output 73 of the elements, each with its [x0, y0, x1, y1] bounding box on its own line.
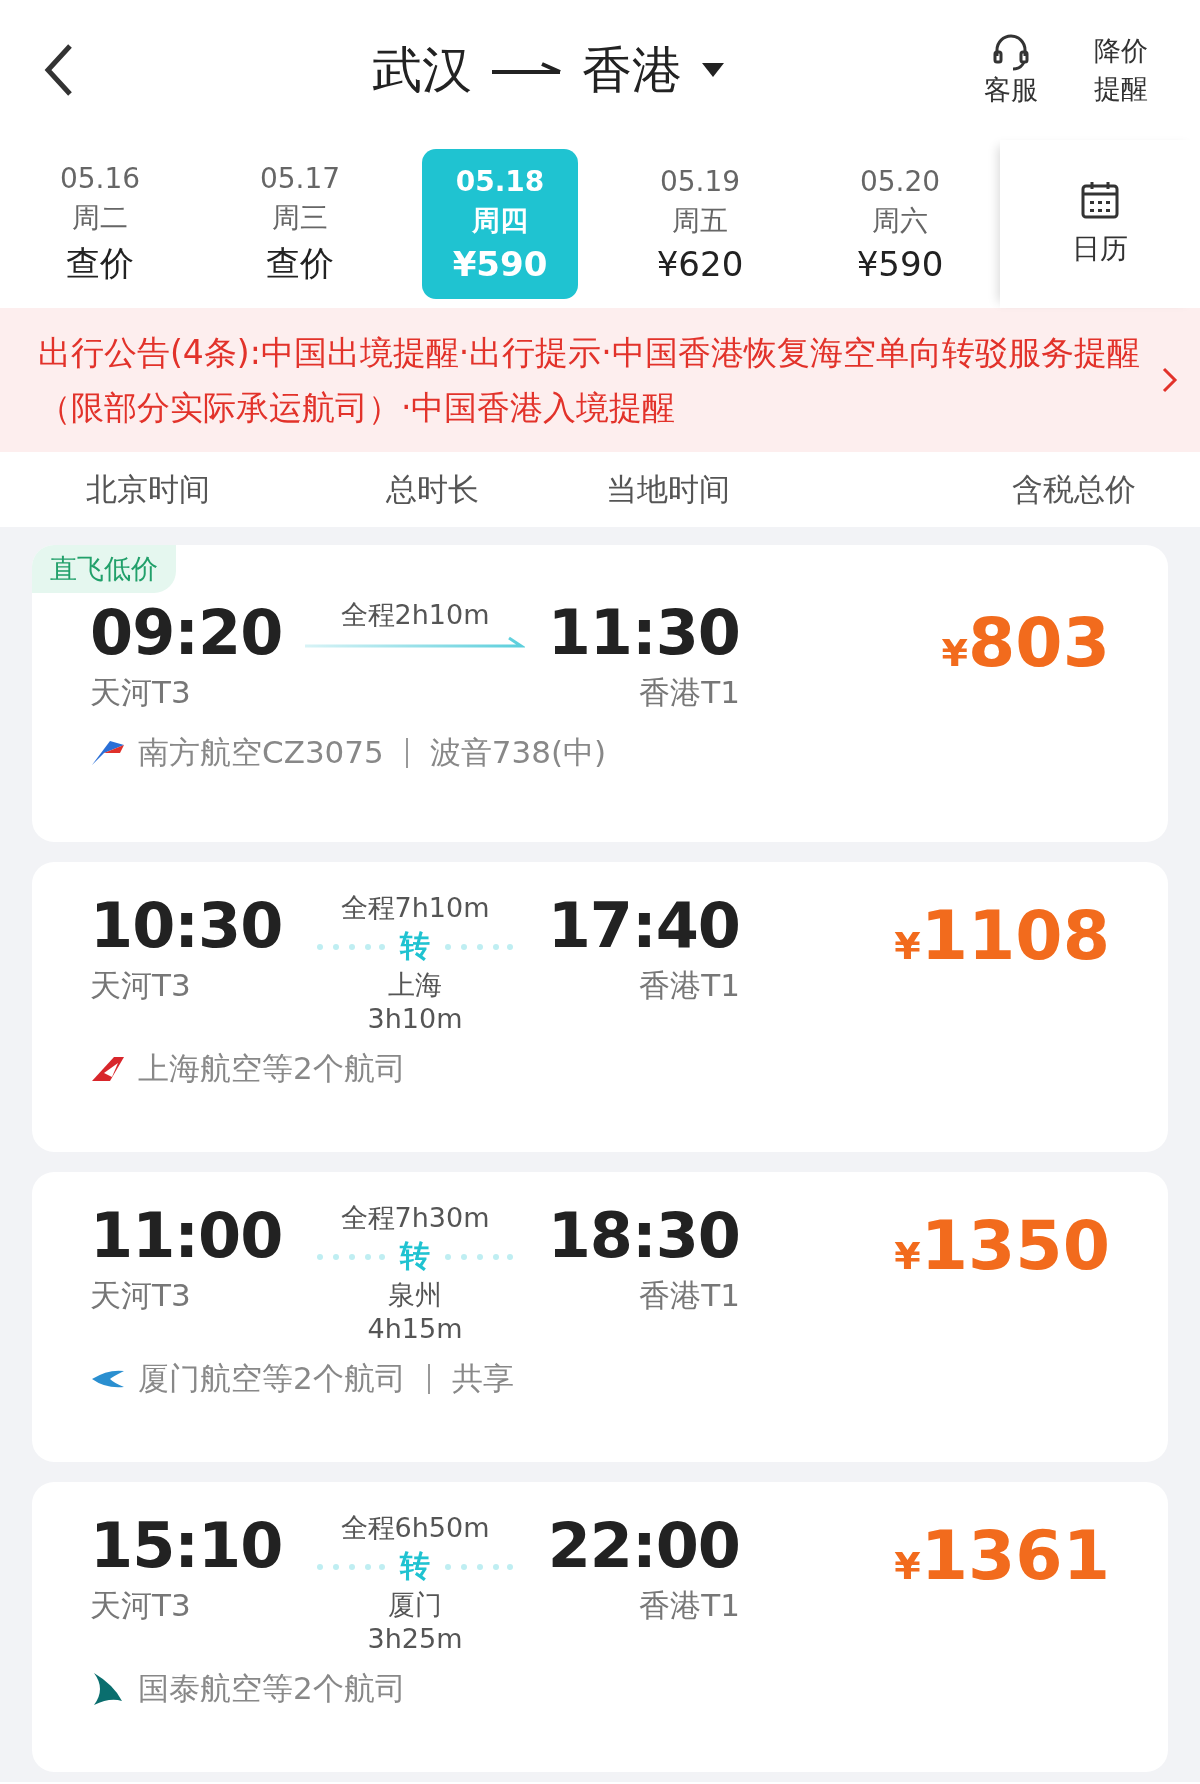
customer-service-button[interactable]: 客服	[956, 32, 1066, 108]
chevron-right-icon[interactable]	[1160, 365, 1180, 395]
arrival-time: 11:30	[547, 597, 740, 669]
transfer-duration: 4h15m	[367, 1313, 463, 1344]
dotted-line-icon	[444, 1252, 514, 1261]
calendar-icon	[1080, 180, 1120, 220]
airline-info: 国泰航空等2个航司	[138, 1669, 406, 1708]
date-tab[interactable]: 05.16 周二 查价	[22, 149, 178, 299]
column-header[interactable]: 含税总价	[936, 468, 1200, 511]
departure-time: 15:10	[90, 1510, 283, 1582]
total-duration: 全程7h30m	[340, 1201, 490, 1235]
flight-card[interactable]: 直飞低价 09:20 天河T3 全程2h10m 11:30 香港T1 ¥803 南方航空CZ3075 波音738(中)	[32, 545, 1168, 842]
arrival-time: 22:00	[547, 1510, 740, 1582]
date-tab[interactable]: 05.19 周五 ¥620	[622, 149, 778, 299]
departure-time: 10:30	[90, 890, 283, 962]
departure-airport: 天河T3	[90, 966, 191, 1006]
currency-symbol: ¥	[894, 1544, 921, 1588]
price-alert-button[interactable]: 降价提醒	[1092, 32, 1150, 108]
airline-info: 波音738(中)	[429, 733, 607, 773]
date-tab[interactable]: 05.20 周六 ¥590	[822, 149, 978, 299]
transfer-city: 上海	[388, 968, 442, 1002]
airline-logo-icon	[90, 1055, 126, 1083]
arrival-time: 18:30	[547, 1200, 740, 1272]
airline-info: 南方航空CZ3075	[138, 733, 384, 773]
calendar-button[interactable]: 日历	[1000, 140, 1200, 308]
arrival-time: 17:40	[547, 890, 740, 962]
dotted-line-icon	[444, 942, 514, 951]
arrival-airport: 香港T1	[639, 966, 740, 1006]
date-tab[interactable]: 05.17 周三 查价	[222, 149, 378, 299]
currency-symbol: ¥	[941, 631, 969, 675]
departure-airport: 天河T3	[90, 1586, 191, 1626]
arrival-airport: 香港T1	[639, 673, 740, 713]
transfer-label: 转	[400, 927, 430, 965]
dotted-line-icon	[444, 1562, 514, 1571]
column-header[interactable]: 当地时间	[606, 468, 936, 511]
flight-price: 803	[968, 603, 1110, 682]
airline-info: 厦门航空等2个航司	[138, 1359, 406, 1398]
column-header[interactable]: 总时长	[386, 468, 606, 511]
dotted-line-icon	[316, 1562, 386, 1571]
transfer-label: 转	[400, 1237, 430, 1275]
flight-card[interactable]: 11:00 天河T3 全程7h30m 转 泉州 4h15m 18:30 香港T1 ¥1350 厦门航空等2个航司 共享	[32, 1172, 1168, 1462]
departure-time: 11:00	[90, 1200, 283, 1272]
direct-flight-badge: 直飞低价	[32, 545, 176, 593]
column-header[interactable]: 北京时间	[86, 468, 386, 511]
arrival-airport: 香港T1	[639, 1276, 740, 1316]
transfer-city: 厦门	[388, 1588, 442, 1622]
flight-price: 1108	[920, 896, 1110, 975]
airline-info: 上海航空等2个航司	[138, 1049, 406, 1088]
transfer-duration: 3h10m	[367, 1003, 463, 1034]
flight-card[interactable]: 10:30 天河T3 全程7h10m 转 上海 3h10m 17:40 香港T1 ¥1108 上海航空等2个航司	[32, 862, 1168, 1152]
total-duration: 全程2h10m	[340, 598, 490, 632]
departure-city: 武汉	[372, 39, 472, 101]
departure-airport: 天河T3	[90, 673, 191, 713]
arrival-airport: 香港T1	[639, 1586, 740, 1626]
departure-time: 09:20	[90, 597, 283, 669]
total-duration: 全程6h50m	[340, 1511, 490, 1545]
total-duration: 全程7h10m	[340, 891, 490, 925]
currency-symbol: ¥	[894, 924, 921, 968]
flight-card[interactable]: 15:10 天河T3 全程6h50m 转 厦门 3h25m 22:00 香港T1 ¥1361 国泰航空等2个航司	[32, 1482, 1168, 1772]
dropdown-icon[interactable]	[702, 63, 724, 77]
dotted-line-icon	[316, 1252, 386, 1261]
headset-icon	[991, 32, 1031, 72]
flight-price: 1361	[920, 1516, 1110, 1595]
transfer-city: 泉州	[388, 1278, 442, 1312]
airline-logo-icon	[90, 739, 126, 768]
flight-price: 1350	[920, 1206, 1110, 1285]
arrival-city: 香港	[582, 39, 682, 101]
airline-info: 共享	[451, 1359, 514, 1398]
transfer-duration: 3h25m	[367, 1623, 463, 1654]
transfer-label: 转	[400, 1547, 430, 1585]
currency-symbol: ¥	[894, 1234, 921, 1278]
dotted-line-icon	[316, 942, 386, 951]
departure-airport: 天河T3	[90, 1276, 191, 1316]
